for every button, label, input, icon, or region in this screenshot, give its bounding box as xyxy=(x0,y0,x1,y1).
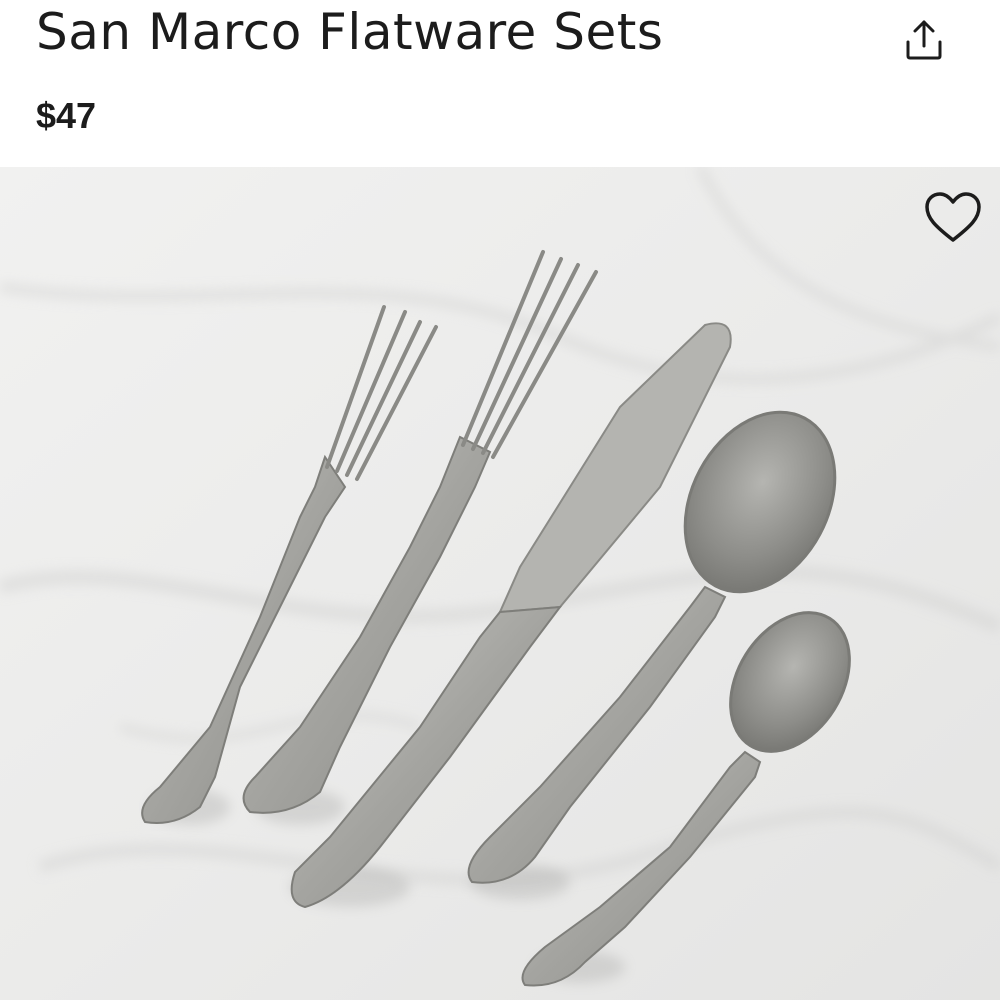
product-title: San Marco Flatware Sets xyxy=(36,3,664,61)
share-button[interactable] xyxy=(896,12,952,68)
favorite-button[interactable] xyxy=(920,187,986,247)
product-price: $47 xyxy=(36,95,97,136)
product-image[interactable] xyxy=(0,167,1000,1000)
heart-outline-icon xyxy=(925,192,981,242)
share-upload-icon xyxy=(906,20,942,60)
